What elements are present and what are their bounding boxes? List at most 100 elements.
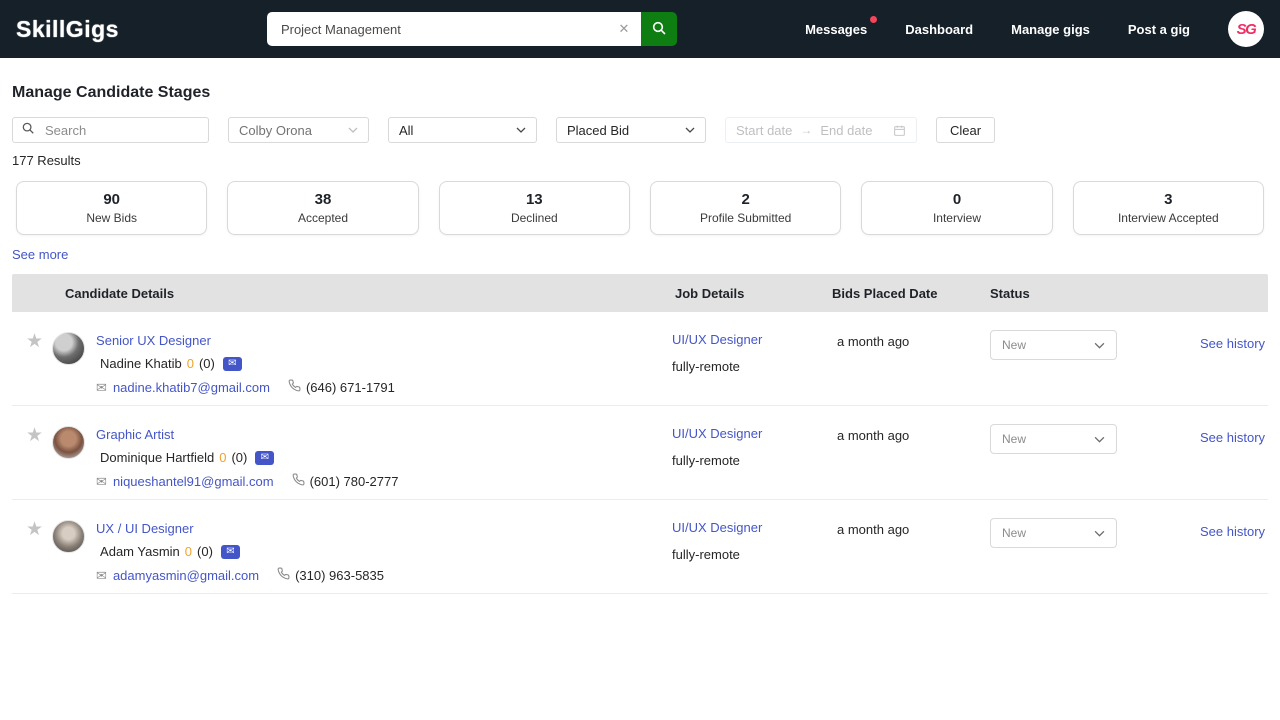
- stat-value: 2: [741, 191, 750, 208]
- status-select[interactable]: New: [990, 424, 1117, 454]
- header-status: Status: [990, 285, 1030, 301]
- header-job-details: Job Details: [675, 285, 745, 301]
- stat-value: 38: [314, 191, 332, 208]
- message-count: (0): [231, 450, 248, 465]
- status-select[interactable]: New: [990, 330, 1117, 360]
- results-count: 177 Results: [12, 153, 81, 168]
- favorite-star-icon[interactable]: ★: [26, 426, 43, 499]
- table-row: ★ Graphic Artist Dominique Hartfield 0 (…: [12, 406, 1268, 500]
- stat-label: Profile Submitted: [699, 211, 792, 225]
- stat-card-new-bids[interactable]: 90 New Bids: [16, 181, 208, 235]
- see-history-link[interactable]: See history: [1200, 336, 1265, 351]
- stat-card-declined[interactable]: 13 Declined: [438, 181, 630, 235]
- stage-select[interactable]: Placed Bid: [556, 117, 706, 143]
- job-role-link[interactable]: UI/UX Designer: [672, 332, 762, 347]
- stat-card-accepted[interactable]: 38 Accepted: [227, 181, 419, 235]
- search-icon: [651, 20, 667, 39]
- candidate-name: Nadine Khatib: [100, 356, 182, 371]
- clear-filters-button[interactable]: Clear: [936, 117, 996, 143]
- candidate-title-link[interactable]: Graphic Artist: [96, 427, 174, 442]
- nav-links: Messages Dashboard Manage gigs Post a gi…: [805, 11, 1264, 47]
- bid-count: 0: [186, 356, 194, 371]
- header-candidate-details: Candidate Details: [65, 285, 175, 301]
- stat-card-interview[interactable]: 0 Interview: [861, 181, 1053, 235]
- candidate-email-link[interactable]: niqueshantel91@gmail.com: [113, 474, 274, 489]
- job-role-link[interactable]: UI/UX Designer: [672, 520, 762, 535]
- message-count: (0): [198, 356, 215, 371]
- phone-icon: [288, 379, 301, 395]
- stat-value: 3: [1164, 191, 1173, 208]
- stage-summary-cards: 90 New Bids 38 Accepted 13 Declined 2 Pr…: [12, 181, 1268, 235]
- candidate-email-link[interactable]: nadine.khatib7@gmail.com: [113, 380, 270, 395]
- recruiter-select[interactable]: Colby Orona: [228, 117, 369, 143]
- candidate-title-link[interactable]: Senior UX Designer: [96, 333, 211, 348]
- bid-count: 0: [219, 450, 227, 465]
- candidate-avatar: [52, 520, 86, 553]
- stat-card-interview-accepted[interactable]: 3 Interview Accepted: [1072, 181, 1264, 235]
- notification-dot-icon: [870, 15, 878, 23]
- global-search-input[interactable]: [266, 12, 607, 46]
- phone-icon: [292, 473, 305, 489]
- see-history-link[interactable]: See history: [1200, 524, 1265, 539]
- nav-item-messages[interactable]: Messages: [805, 15, 878, 37]
- favorite-star-icon[interactable]: ★: [26, 332, 43, 405]
- search-icon: [21, 121, 35, 140]
- envelope-glyph: ✉: [226, 545, 235, 557]
- stat-card-profile-submitted[interactable]: 2 Profile Submitted: [649, 181, 842, 235]
- stat-label: Interview: [932, 211, 981, 225]
- filters-bar: Colby Orona All Placed Bid Start date → …: [12, 117, 1268, 143]
- search-button[interactable]: [640, 12, 677, 46]
- candidate-avatar: [52, 332, 86, 365]
- stat-value: 13: [525, 191, 543, 208]
- see-history-link[interactable]: See history: [1200, 430, 1265, 445]
- candidates-table: Candidate Details Job Details Bids Place…: [12, 274, 1268, 594]
- top-nav: SkillGigs ✕ Messages Dashboard Manage gi…: [0, 0, 1280, 58]
- calendar-icon: [893, 124, 906, 137]
- status-value: New: [1002, 526, 1027, 540]
- user-avatar[interactable]: SG: [1228, 11, 1264, 47]
- chevron-down-icon: [1094, 342, 1105, 349]
- candidate-phone: (310) 963-5835: [295, 567, 384, 583]
- favorite-star-icon[interactable]: ★: [26, 520, 43, 593]
- skillgigs-logo[interactable]: SkillGigs: [16, 16, 119, 43]
- email-icon: ✉: [96, 567, 107, 583]
- status-value: New: [1002, 432, 1027, 446]
- status-select[interactable]: New: [990, 518, 1117, 548]
- email-icon: ✉: [96, 379, 107, 395]
- table-row: ★ UX / UI Designer Adam Yasmin 0 (0) ✉ ✉…: [12, 500, 1268, 594]
- candidate-phone: (601) 780-2777: [309, 473, 399, 489]
- category-select[interactable]: All: [388, 117, 537, 143]
- messages-label: Messages: [805, 21, 868, 37]
- chevron-down-icon: [685, 127, 695, 133]
- chevron-down-icon: [348, 127, 358, 133]
- see-more-link[interactable]: See more: [12, 247, 68, 262]
- nav-item-manage-gigs[interactable]: Manage gigs: [1011, 22, 1090, 37]
- bid-date: a month ago: [837, 428, 910, 443]
- stat-label: Interview Accepted: [1117, 211, 1219, 225]
- nav-item-post-a-gig[interactable]: Post a gig: [1128, 22, 1190, 37]
- candidate-email-link[interactable]: adamyasmin@gmail.com: [113, 568, 259, 583]
- envelope-glyph: ✉: [260, 451, 270, 463]
- job-type: fully-remote: [672, 359, 740, 374]
- recruiter-value: Colby Orona: [239, 122, 312, 138]
- candidate-name: Dominique Hartfield: [100, 450, 215, 465]
- job-role-link[interactable]: UI/UX Designer: [672, 426, 762, 441]
- send-message-icon[interactable]: ✉: [220, 544, 240, 559]
- candidate-search-input[interactable]: [45, 122, 200, 138]
- stat-label: New Bids: [86, 211, 137, 225]
- start-date-placeholder: Start date: [736, 122, 793, 138]
- nav-item-dashboard[interactable]: Dashboard: [905, 22, 973, 37]
- send-message-icon[interactable]: ✉: [255, 450, 275, 465]
- table-header: Candidate Details Job Details Bids Place…: [12, 274, 1268, 312]
- clear-search-icon[interactable]: ✕: [606, 12, 641, 46]
- candidate-title-link[interactable]: UX / UI Designer: [96, 521, 194, 536]
- page-title: Manage Candidate Stages: [12, 84, 211, 101]
- stat-value: 0: [952, 191, 962, 208]
- chevron-down-icon: [1094, 436, 1105, 443]
- stat-label: Declined: [510, 211, 558, 225]
- message-count: (0): [197, 544, 213, 559]
- send-message-icon[interactable]: ✉: [222, 356, 242, 371]
- email-icon: ✉: [96, 473, 107, 489]
- date-range-picker[interactable]: Start date → End date: [725, 117, 917, 143]
- category-value: All: [399, 122, 414, 138]
